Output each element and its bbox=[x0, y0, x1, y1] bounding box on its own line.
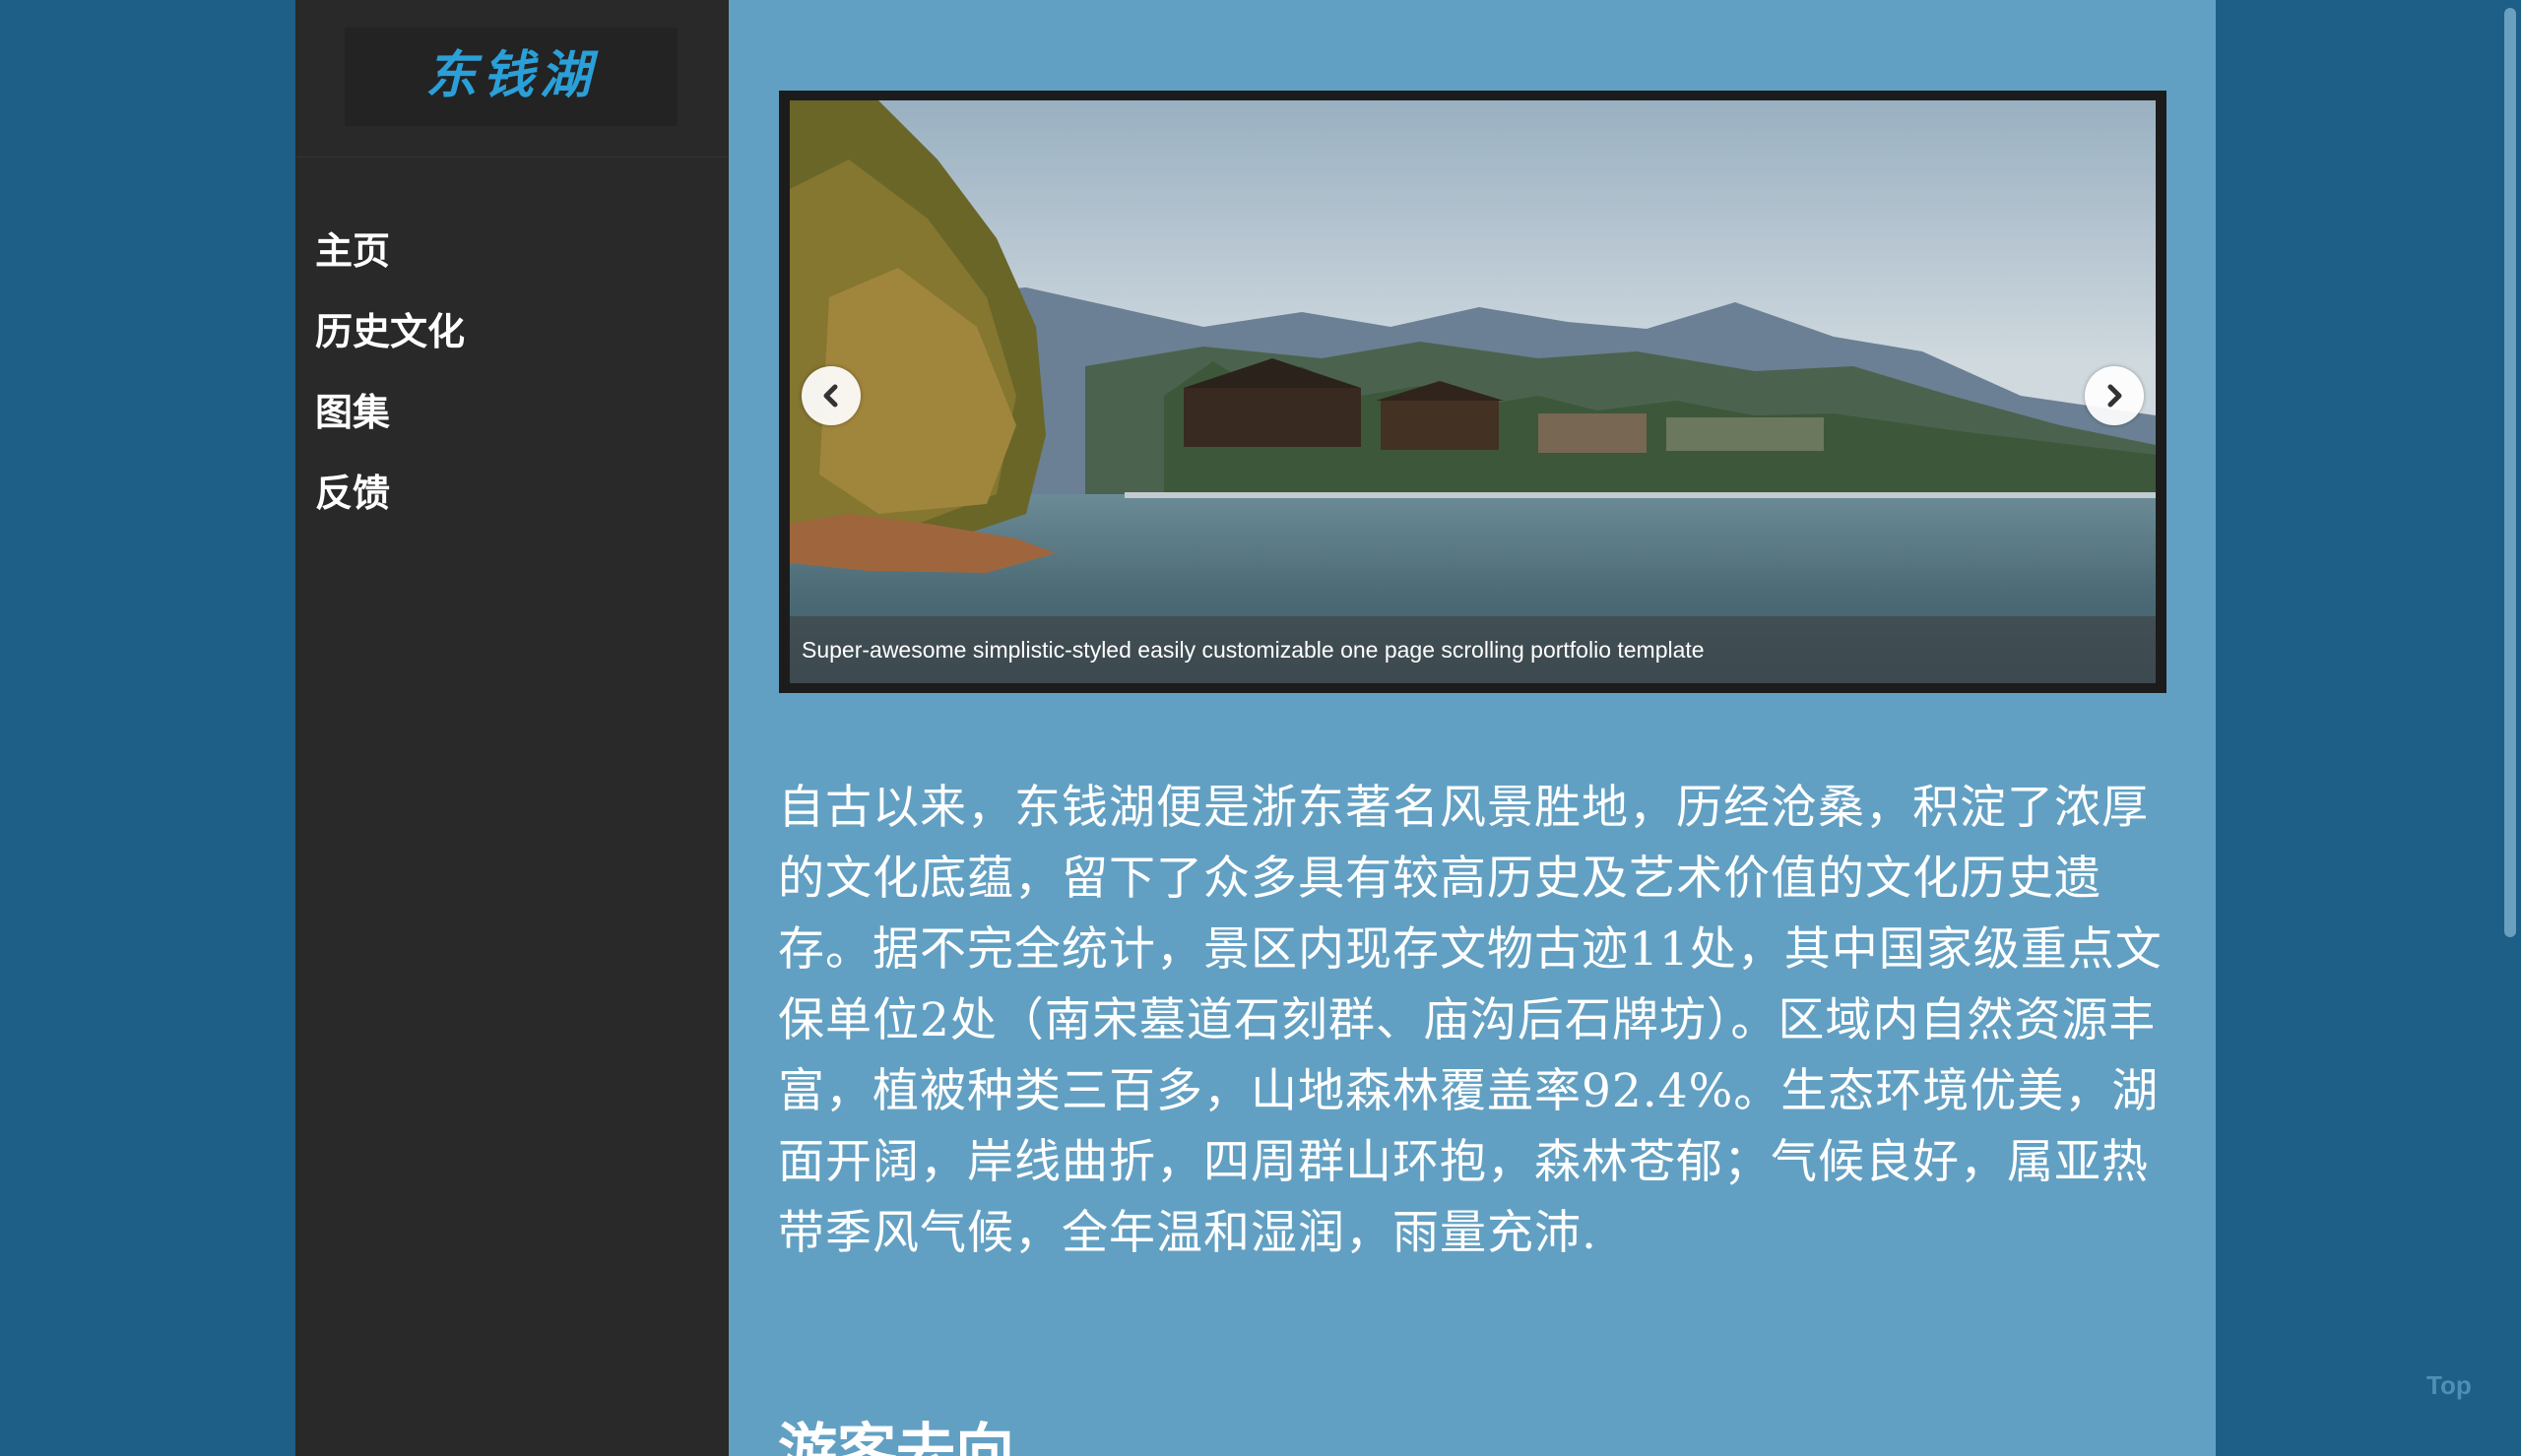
nav-item-gallery: 图集 bbox=[315, 368, 465, 449]
slider-next-button[interactable] bbox=[2085, 366, 2144, 425]
scrollbar-thumb[interactable] bbox=[2504, 8, 2516, 937]
nav-link-history[interactable]: 历史文化 bbox=[315, 301, 465, 355]
logo[interactable]: 东钱湖 bbox=[345, 28, 678, 126]
intro-paragraph: 自古以来，东钱湖便是浙东著名风景胜地，历经沧桑，积淀了浓厚的文化底蕴，留下了众多… bbox=[778, 781, 2163, 1260]
slide-image: Super-awesome simplistic-styled easily c… bbox=[790, 100, 2156, 683]
logo-text: 东钱湖 bbox=[424, 44, 597, 105]
chevron-left-icon bbox=[823, 384, 838, 408]
nav-link-gallery[interactable]: 图集 bbox=[315, 382, 390, 436]
nav-link-home[interactable]: 主页 bbox=[315, 221, 390, 275]
nav-item-history: 历史文化 bbox=[315, 287, 465, 368]
nav-item-home: 主页 bbox=[315, 207, 465, 287]
chevron-right-icon bbox=[2107, 384, 2122, 408]
nav-item-feedback: 反馈 bbox=[315, 449, 465, 530]
main-content: Super-awesome simplistic-styled easily c… bbox=[729, 0, 2216, 1456]
lake-landscape-photo bbox=[790, 100, 2156, 683]
main-nav: 主页 历史文化 图集 反馈 bbox=[315, 207, 465, 530]
image-slider: Super-awesome simplistic-styled easily c… bbox=[779, 91, 2166, 693]
slide-caption: Super-awesome simplistic-styled easily c… bbox=[790, 616, 2156, 683]
page: 东钱湖 主页 历史文化 图集 反馈 Super-awesome simplist… bbox=[0, 0, 2521, 1456]
sidebar-divider bbox=[295, 157, 729, 158]
slider-prev-button[interactable] bbox=[802, 366, 861, 425]
back-to-top-link[interactable]: Top bbox=[2426, 1370, 2472, 1401]
nav-link-feedback[interactable]: 反馈 bbox=[315, 463, 390, 517]
section-heading: 游客去向 bbox=[778, 1418, 1014, 1456]
sidebar: 东钱湖 主页 历史文化 图集 反馈 bbox=[295, 0, 729, 1456]
